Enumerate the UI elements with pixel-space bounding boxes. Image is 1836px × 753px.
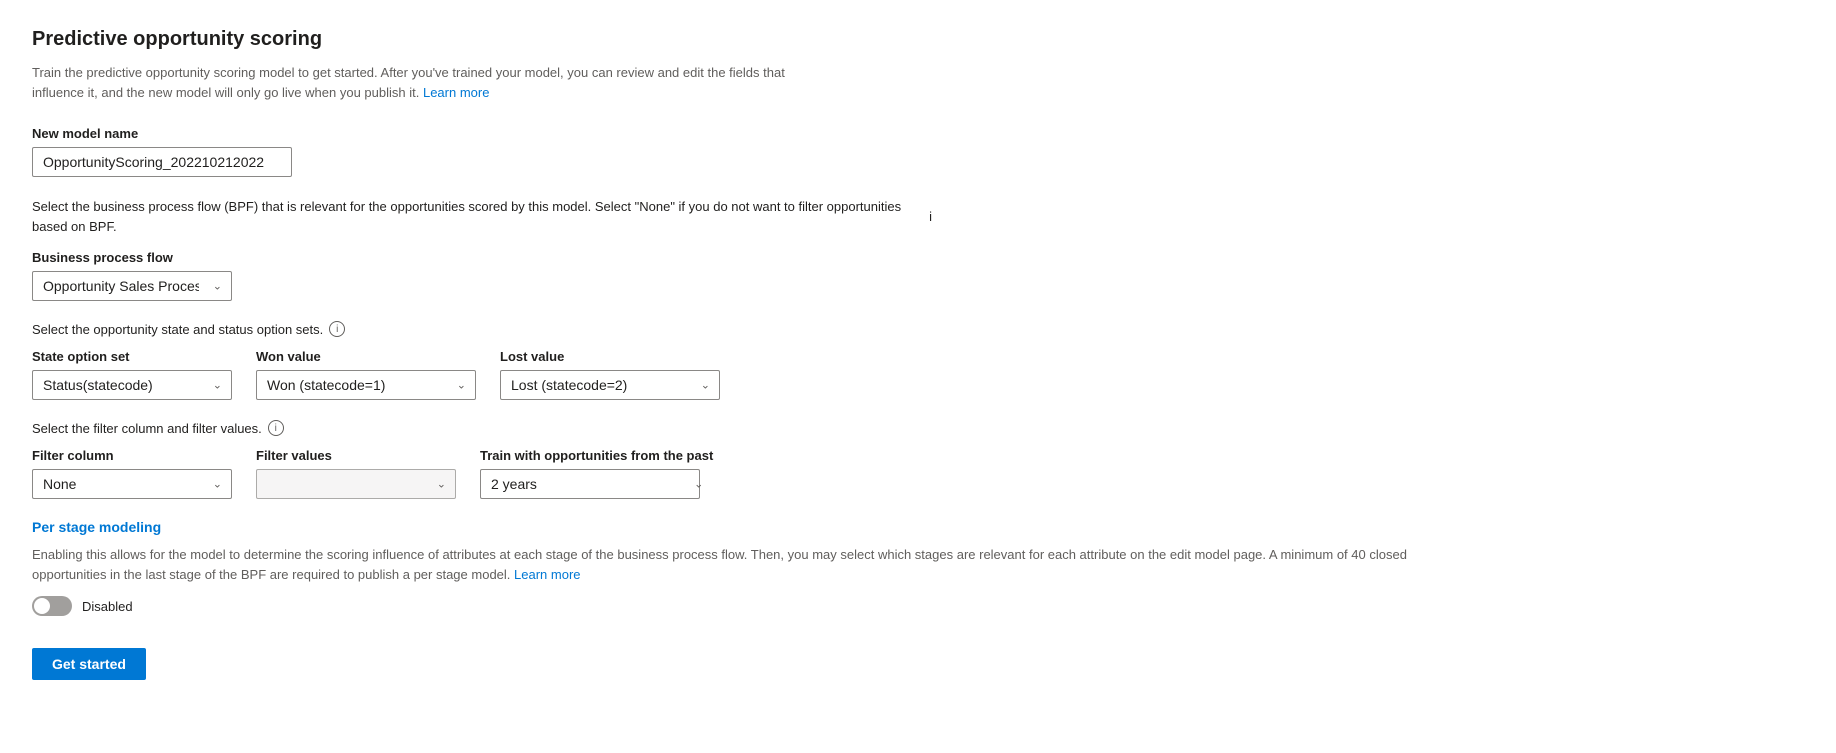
- filter-column-group: Filter column None ⌄: [32, 448, 232, 499]
- filter-values-group: Filter values ⌄: [256, 448, 456, 499]
- lost-value-select[interactable]: Lost (statecode=2): [500, 370, 720, 400]
- per-stage-toggle[interactable]: [32, 596, 72, 616]
- filter-info-icon[interactable]: i: [268, 420, 284, 436]
- bpf-field-group: Business process flow Opportunity Sales …: [32, 250, 1804, 301]
- state-option-set-select[interactable]: Status(statecode): [32, 370, 232, 400]
- filter-values-label: Filter values: [256, 448, 456, 463]
- per-stage-toggle-label: Disabled: [82, 599, 133, 614]
- train-opportunities-group: Train with opportunities from the past 2…: [480, 448, 713, 499]
- model-name-group: New model name: [32, 126, 1804, 177]
- won-value-group: Won value Won (statecode=1) ⌄: [256, 349, 476, 400]
- filter-section: Select the filter column and filter valu…: [32, 420, 1804, 499]
- state-option-set-group: State option set Status(statecode) ⌄: [32, 349, 232, 400]
- filter-column-select-wrapper: None ⌄: [32, 469, 232, 499]
- won-value-select[interactable]: Won (statecode=1): [256, 370, 476, 400]
- train-opportunities-select[interactable]: 2 years 1 year 3 years 4 years 5 years: [480, 469, 700, 499]
- train-select-wrapper: 2 years 1 year 3 years 4 years 5 years ⌄: [480, 469, 713, 499]
- state-select-wrapper: Status(statecode) ⌄: [32, 370, 232, 400]
- filter-row: Filter column None ⌄ Filter values ⌄ Tra…: [32, 448, 1804, 499]
- bpf-info-icon[interactable]: i: [929, 207, 932, 227]
- bpf-label: Business process flow: [32, 250, 1804, 265]
- won-value-label: Won value: [256, 349, 476, 364]
- per-stage-learn-more-link[interactable]: Learn more: [514, 567, 580, 582]
- lost-select-wrapper: Lost (statecode=2) ⌄: [500, 370, 720, 400]
- learn-more-link[interactable]: Learn more: [423, 85, 489, 100]
- state-section-label: Select the opportunity state and status …: [32, 321, 1804, 337]
- model-name-label: New model name: [32, 126, 1804, 141]
- get-started-button[interactable]: Get started: [32, 648, 146, 680]
- bpf-select[interactable]: Opportunity Sales Process None: [32, 271, 232, 301]
- filter-column-label: Filter column: [32, 448, 232, 463]
- per-stage-toggle-slider: [32, 596, 72, 616]
- page-description: Train the predictive opportunity scoring…: [32, 63, 792, 102]
- state-info-icon[interactable]: i: [329, 321, 345, 337]
- per-stage-description: Enabling this allows for the model to de…: [32, 545, 1432, 584]
- bpf-note: Select the business process flow (BPF) t…: [32, 197, 932, 236]
- bpf-select-wrapper: Opportunity Sales Process None ⌄: [32, 271, 232, 301]
- model-name-input[interactable]: [32, 147, 292, 177]
- filter-values-select-wrapper: ⌄: [256, 469, 456, 499]
- filter-section-label: Select the filter column and filter valu…: [32, 420, 1804, 436]
- lost-value-group: Lost value Lost (statecode=2) ⌄: [500, 349, 720, 400]
- per-stage-toggle-row: Disabled: [32, 596, 1804, 616]
- filter-column-select[interactable]: None: [32, 469, 232, 499]
- lost-value-label: Lost value: [500, 349, 720, 364]
- filter-values-select[interactable]: [256, 469, 456, 499]
- state-option-set-label: State option set: [32, 349, 232, 364]
- per-stage-title: Per stage modeling: [32, 519, 1804, 535]
- state-row: State option set Status(statecode) ⌄ Won…: [32, 349, 1804, 400]
- page-title: Predictive opportunity scoring: [32, 28, 1804, 51]
- per-stage-section: Per stage modeling Enabling this allows …: [32, 519, 1804, 616]
- train-opportunities-label: Train with opportunities from the past: [480, 448, 713, 463]
- won-select-wrapper: Won (statecode=1) ⌄: [256, 370, 476, 400]
